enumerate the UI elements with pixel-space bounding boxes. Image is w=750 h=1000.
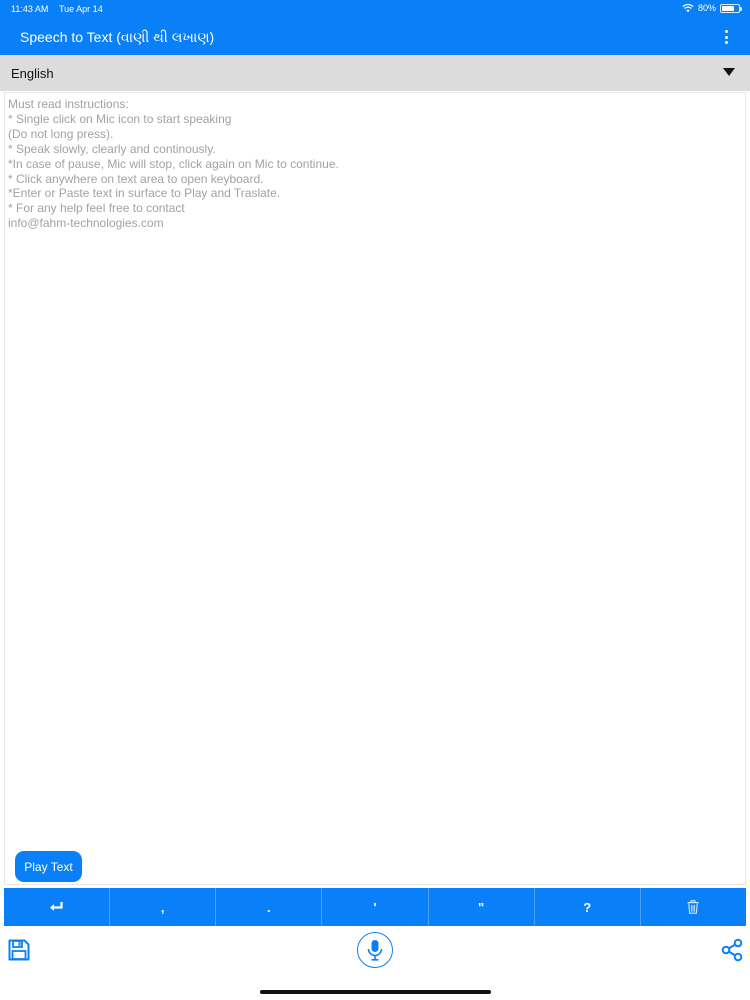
share-icon[interactable] xyxy=(720,938,744,962)
key-delete[interactable] xyxy=(641,888,746,926)
punctuation-bar: , . ' " ? xyxy=(4,888,746,926)
more-dot xyxy=(724,41,728,44)
status-date: Tue Apr 14 xyxy=(59,4,103,14)
save-icon[interactable] xyxy=(7,938,31,962)
app-bar: Speech to Text (વાણી થી લખાણ) xyxy=(0,18,750,55)
mic-button[interactable] xyxy=(357,932,393,968)
key-comma[interactable]: , xyxy=(110,888,217,926)
language-selector[interactable]: English xyxy=(0,55,750,91)
bottom-toolbar xyxy=(0,928,750,978)
battery-percent: 80% xyxy=(697,3,716,13)
key-apostrophe[interactable]: ' xyxy=(322,888,429,926)
app-title: Speech to Text (વાણી થી લખાણ) xyxy=(20,29,215,45)
key-quote[interactable]: " xyxy=(429,888,535,926)
enter-icon xyxy=(50,902,63,911)
trash-icon xyxy=(687,900,699,914)
battery-level xyxy=(722,5,735,11)
key-question[interactable]: ? xyxy=(535,888,641,926)
more-dot xyxy=(724,35,728,39)
language-selected: English xyxy=(11,66,54,81)
play-text-button[interactable]: Play Text xyxy=(15,851,82,882)
home-indicator xyxy=(260,990,491,994)
caret-down-icon xyxy=(723,68,735,76)
wifi-icon xyxy=(682,3,694,13)
more-dot xyxy=(724,30,728,33)
more-vertical-icon[interactable] xyxy=(720,28,732,46)
mic-icon xyxy=(367,940,383,961)
text-area[interactable]: Must read instructions: * Single click o… xyxy=(4,92,746,885)
key-enter[interactable] xyxy=(4,888,111,926)
status-time: 11:43 AM xyxy=(11,4,49,14)
status-bar: 11:43 AM Tue Apr 14 80% xyxy=(0,0,750,18)
instructions-placeholder: Must read instructions: * Single click o… xyxy=(8,97,339,231)
battery-icon xyxy=(720,3,742,13)
status-indicators: 80% xyxy=(682,3,742,13)
key-period[interactable]: . xyxy=(216,888,323,926)
